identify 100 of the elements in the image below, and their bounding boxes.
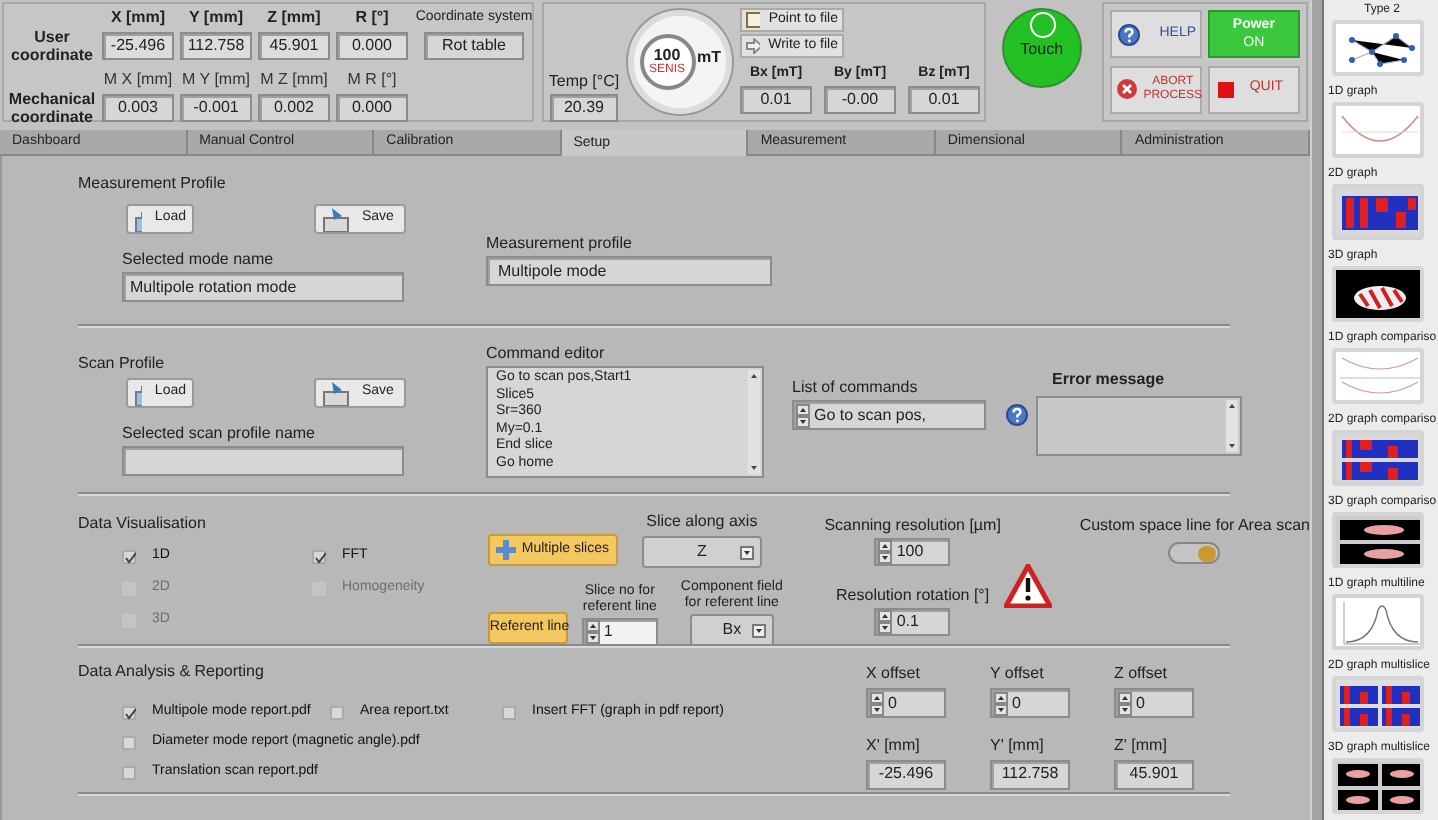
save-icon [322,207,350,231]
dropdown-arrow-icon[interactable] [751,624,766,638]
field-label: Resolution rotation [°] [836,586,990,604]
surface-plot-thumbnail[interactable] [1332,266,1424,322]
help-icon [1117,23,1140,45]
field-label: Selected scan profile name [122,424,317,442]
spin-arrows-icon[interactable] [796,403,810,427]
column-header: M R [°] [345,70,399,90]
line-chart-thumbnail[interactable] [1332,594,1424,650]
surface-plot-thumbnail[interactable] [1332,758,1424,814]
value-field: 0.01 [740,85,812,113]
checkbox[interactable] [122,736,136,750]
value-field: -0.00 [824,85,896,113]
field-label: List of commands [792,378,920,396]
plus-icon [495,540,516,560]
spin-arrows-icon[interactable] [878,610,893,634]
field-label: Selected mode name [122,250,276,268]
help-icon[interactable] [1006,404,1028,426]
column-header: M Y [mm] [180,70,252,90]
text-field[interactable] [122,446,404,476]
value-field: 45.901 [1114,759,1194,790]
field-label: X offset [866,664,922,685]
number-field[interactable]: 0.1 [874,608,951,636]
dropdown[interactable]: Rot table [424,32,524,60]
value-field: 0.000 [336,94,408,122]
dropdown[interactable]: Bx [689,614,774,646]
field-label: Error message [1052,368,1167,392]
field-label: Command editor [486,344,607,362]
field-label: Measurement profile [486,234,634,252]
checkbox[interactable] [330,706,344,720]
unit-label: mT [697,46,721,70]
heatmap-thumbnail[interactable] [1332,184,1424,240]
value-field: 112.758 [180,32,252,60]
network-graph-thumbnail[interactable] [1332,20,1424,76]
value-field: -0.001 [180,94,252,122]
spin-arrows-icon[interactable] [870,691,884,716]
scrollbar[interactable] [748,370,760,474]
number-field[interactable]: 0 [866,688,946,719]
value-field: -25.496 [102,32,174,60]
stop-icon [1217,81,1234,97]
close-icon [1115,78,1138,100]
scrollbar[interactable] [1226,400,1238,452]
field-label: Z offset [1114,664,1170,685]
line-chart-thumbnail[interactable] [1332,102,1424,158]
spin-arrows-icon[interactable] [585,620,600,644]
section-title: Data Analysis & Reporting [78,660,266,684]
section-title: Measurement Profile [78,172,228,196]
field-label: Scanning resolution [µm] [824,516,1001,534]
field-label: Y offset [990,664,1046,685]
value-field: 112.758 [990,759,1070,790]
value-field: Multipole rotation mode [122,272,404,302]
value-field: 20.39 [550,94,618,122]
toggle-switch[interactable] [1168,542,1221,564]
field-label: Z' [mm] [1114,735,1169,756]
value-field: 45.901 [258,32,330,60]
spin-arrows-icon[interactable] [1118,691,1132,716]
column-header: R [°] [353,8,391,28]
checkmark-icon [124,708,136,720]
number-field[interactable]: 1 [581,618,658,646]
field-label: Slice along axis [646,512,758,530]
number-field[interactable]: Go to scan pos, [792,400,986,430]
row-label: Mechanical coordinate [8,90,96,126]
checkbox[interactable] [122,550,136,564]
dropdown-arrow-icon[interactable] [739,546,754,560]
spin-arrows-icon[interactable] [878,540,893,564]
field-label: Custom space line for Area scan [1079,516,1310,534]
value-field: 0.002 [258,94,330,122]
checkmark-icon [314,552,326,564]
checkbox[interactable] [122,766,136,780]
save-icon [322,381,350,405]
warning-icon [1003,564,1052,608]
checkbox[interactable] [502,706,516,720]
column-header: Y [mm] [187,8,245,28]
number-field[interactable]: 100 [874,538,951,566]
dropdown[interactable]: Z [641,536,762,568]
checkbox[interactable] [312,550,326,564]
surface-plot-thumbnail[interactable] [1332,512,1424,568]
row-label: User coordinate [9,28,95,64]
value-field: Multipole mode [486,256,772,286]
value-field: 0.000 [336,32,408,60]
number-field[interactable]: 0 [1114,688,1194,719]
column-header: M Z [mm] [258,70,330,90]
arrow-icon [746,38,761,54]
field-label: X' [mm] [866,735,922,756]
checkbox[interactable] [122,706,136,720]
heatmap-thumbnail[interactable] [1332,430,1424,486]
value-field: 0.003 [102,94,174,122]
line-chart-thumbnail[interactable] [1332,348,1424,404]
ring-icon [1030,12,1056,38]
section-title: Scan Profile [78,352,167,376]
value-field: -25.496 [866,759,946,790]
touch-button[interactable]: Touch [1002,8,1082,88]
number-field[interactable]: 0 [990,688,1070,719]
section-title: Data Visualisation [78,512,208,536]
gauge-value: 100 [653,47,681,63]
column-header: X [mm] [108,8,168,28]
value-field: 0.01 [908,85,980,113]
spin-arrows-icon[interactable] [994,691,1008,716]
field-label: Y' [mm] [990,735,1046,756]
heatmap-thumbnail[interactable] [1332,676,1424,732]
